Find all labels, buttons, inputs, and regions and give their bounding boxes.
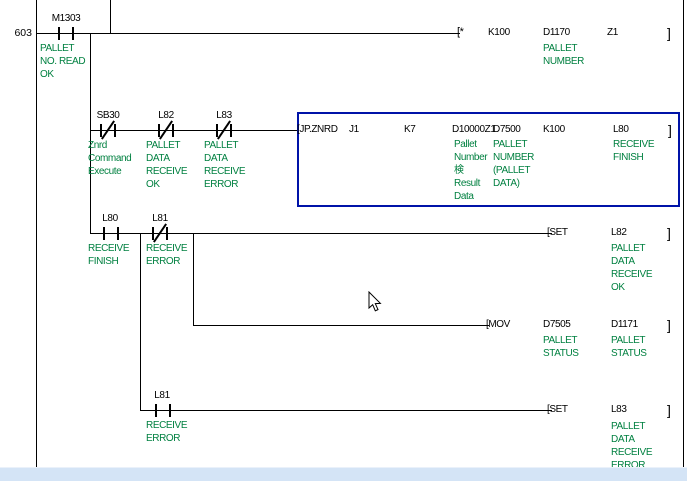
device-comment-l81: RECEIVE ERROR [146,419,202,445]
contact-bar [169,404,171,417]
operand-j1: J1 [349,124,359,135]
operand-k100: K100 [543,124,565,135]
operand-comment-l83: PALLET DATA RECEIVE ERROR [611,420,669,472]
contact-bar [114,124,116,137]
instruction-end-bracket: ] [667,403,671,417]
wire-rung1 [37,33,460,34]
contact-bar [216,124,218,137]
device-comment-l81: RECEIVE ERROR [146,242,202,268]
operand-comment-d7500: PALLET NUMBER (PALLET DATA) [493,138,545,190]
wire-branch-from-above [110,0,111,33]
operand-l80: L80 [613,124,629,135]
contact-bar [117,227,119,240]
operand-d1171: D1171 [611,319,638,330]
contact-bar [103,227,105,240]
contact-bar [172,124,174,137]
device-comment-l80: RECEIVE FINISH [88,242,138,268]
device-comment-l82: PALLET DATA RECEIVE OK [146,139,202,191]
wire-rung2 [90,130,297,131]
opcode-multiply: [* [457,26,464,38]
instruction-end-bracket: ] [667,226,671,240]
operand-l83: L83 [611,404,627,415]
horizontal-scrollbar[interactable] [0,467,687,481]
mouse-cursor-icon [368,291,383,313]
instruction-end-bracket: ] [667,318,671,332]
operand-comment-l82: PALLET DATA RECEIVE OK [611,242,669,294]
device-comment-m1303: PALLET NO. READ OK [40,42,96,81]
instruction-end-bracket: ] [667,26,671,40]
operand-l82: L82 [611,227,627,238]
opcode-znrd: [JP.ZNRD [297,124,338,135]
operand-comment-d1171: PALLET STATUS [611,334,663,360]
contact-bar [230,124,232,137]
contact-bar [158,124,160,137]
device-label-l83: L83 [192,110,256,121]
opcode-set: [SET [547,227,568,238]
step-number: 603 [6,27,32,39]
right-power-rail [683,0,684,467]
instruction-end-bracket: ] [668,123,672,137]
operand-d7505: D7505 [543,319,570,330]
device-label-sb30: SB30 [76,110,140,121]
operand-comment-d7505: PALLET STATUS [543,334,595,360]
opcode-set: [SET [547,404,568,415]
wire-branch-main [90,33,91,233]
device-label-l82: L82 [134,110,198,121]
wire-rung5 [140,410,552,411]
contact-bar [166,227,168,240]
contact-bar [100,124,102,137]
device-comment-sb30: Znrd Command Execute [88,139,144,178]
device-label-l81: L81 [128,213,192,224]
wire-branch-to-rung5 [140,233,141,410]
contact-bar [58,27,60,40]
operand-k7: K7 [404,124,415,135]
operand-d10000z1: D10000Z1 [452,124,496,135]
ladder-editor-canvas: { "power": { "step_number": "603" }, "r1… [0,0,687,480]
device-label-m1303: M1303 [34,13,98,24]
contact-bar [152,227,154,240]
left-power-rail [36,0,37,467]
operand-comment-d10000z1: Pallet Number検 Result Data [454,138,494,203]
operand-comment-d1170: PALLET NUMBER [543,42,601,68]
device-comment-l83: PALLET DATA RECEIVE ERROR [204,139,260,191]
device-label-l81: L81 [130,390,194,401]
contact-bar [72,27,74,40]
operand-k100: K100 [488,27,510,38]
operand-z1: Z1 [607,27,618,38]
operand-d1170: D1170 [543,27,570,38]
opcode-mov: [MOV [486,319,510,330]
operand-d7500: D7500 [493,124,520,135]
wire-rung4 [193,325,489,326]
contact-bar [155,404,157,417]
operand-comment-l80: RECEIVE FINISH [613,138,669,164]
